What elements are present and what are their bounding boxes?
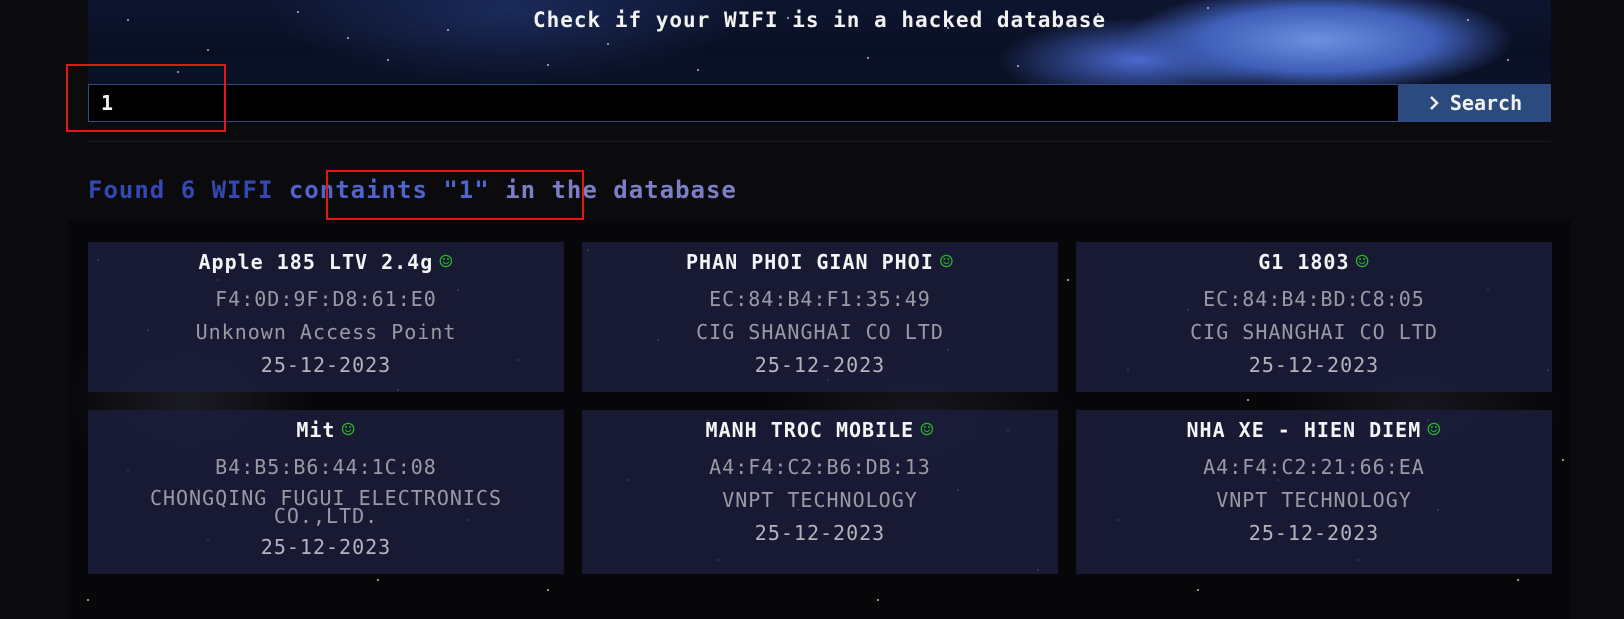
wifi-name: MANH TROC MOBILE ☺ [582,416,1058,445]
results-summary-query: containts "1" [288,176,490,204]
smiley-icon: ☺ [1427,418,1442,443]
results-summary-prefix: Found 6 WIFI [88,176,289,204]
wifi-mac: A4:F4:C2:21:66:EA [1203,455,1425,479]
wifi-card: Mit ☺ B4:B5:B6:44:1C:08 CHONGQING FUGUI E… [88,410,564,574]
smiley-icon: ☺ [341,418,356,443]
wifi-mac: EC:84:B4:BD:C8:05 [1203,287,1425,311]
wifi-date: 25-12-2023 [1248,521,1380,545]
search-button[interactable]: Search [1399,84,1551,122]
page: Check if your WIFI is in a hacked databa… [0,0,1624,619]
divider [88,141,1551,142]
wifi-card: NHA XE - HIEN DIEM ☺ A4:F4:C2:21:66:EA VN… [1076,410,1552,574]
smiley-icon: ☺ [939,250,955,275]
header-banner: Check if your WIFI is in a hacked databa… [88,0,1551,84]
search-bar: Search [88,84,1551,122]
wifi-name-text: NHA XE - HIEN DIEM [1186,418,1422,442]
page-title: Check if your WIFI is in a hacked databa… [532,8,1106,32]
search-button-label: Search [1449,91,1523,115]
results-summary: Found 6 WIFI containts "1" in the databa… [88,176,737,204]
wifi-date: 25-12-2023 [754,521,886,545]
results-summary-suffix: in the database [489,176,737,204]
wifi-date: 25-12-2023 [260,535,392,559]
wifi-date: 25-12-2023 [260,353,392,377]
wifi-card: PHAN PHOI GIAN PHOI ☺ EC:84:B4:F1:35:49 C… [582,242,1058,392]
wifi-name: NHA XE - HIEN DIEM ☺ [1076,416,1552,445]
wifi-mac: A4:F4:C2:B6:DB:13 [709,455,931,479]
smiley-icon: ☺ [1355,250,1370,275]
wifi-name: PHAN PHOI GIAN PHOI ☺ [582,248,1058,277]
wifi-card: MANH TROC MOBILE ☺ A4:F4:C2:B6:DB:13 VNPT… [582,410,1058,574]
wifi-name-text: Mit [296,418,336,442]
wifi-vendor: VNPT TECHNOLOGY [1216,488,1412,512]
wifi-vendor: Unknown Access Point [195,320,457,344]
wifi-mac: B4:B5:B6:44:1C:08 [215,455,437,479]
wifi-date: 25-12-2023 [1248,353,1380,377]
chevron-right-icon [1429,96,1439,110]
wifi-name: Mit ☺ [88,416,564,445]
wifi-vendor: VNPT TECHNOLOGY [722,488,918,512]
wifi-vendor: CIG SHANGHAI CO LTD [696,320,944,344]
wifi-name: Apple 185 LTV 2.4g ☺ [88,248,564,277]
search-input[interactable] [88,84,1399,122]
wifi-name: G1 1803 ☺ [1076,248,1552,277]
wifi-mac: F4:0D:9F:D8:61:E0 [215,287,437,311]
wifi-name-text: MANH TROC MOBILE [705,418,915,442]
smiley-icon: ☺ [439,250,454,275]
wifi-name-text: PHAN PHOI GIAN PHOI [685,250,934,274]
smiley-icon: ☺ [920,418,935,443]
wifi-card: Apple 185 LTV 2.4g ☺ F4:0D:9F:D8:61:E0 Un… [88,242,564,392]
wifi-mac: EC:84:B4:F1:35:49 [709,287,931,311]
wifi-card: G1 1803 ☺ EC:84:B4:BD:C8:05 CIG SHANGHAI … [1076,242,1552,392]
wifi-vendor: CHONGQING FUGUI ELECTRONICS CO.,LTD. [149,486,503,528]
wifi-vendor: CIG SHANGHAI CO LTD [1190,320,1438,344]
wifi-name-text: G1 1803 [1258,250,1350,274]
wifi-name-text: Apple 185 LTV 2.4g [198,250,434,274]
wifi-date: 25-12-2023 [754,353,886,377]
results-grid: Apple 185 LTV 2.4g ☺ F4:0D:9F:D8:61:E0 Un… [88,242,1552,574]
